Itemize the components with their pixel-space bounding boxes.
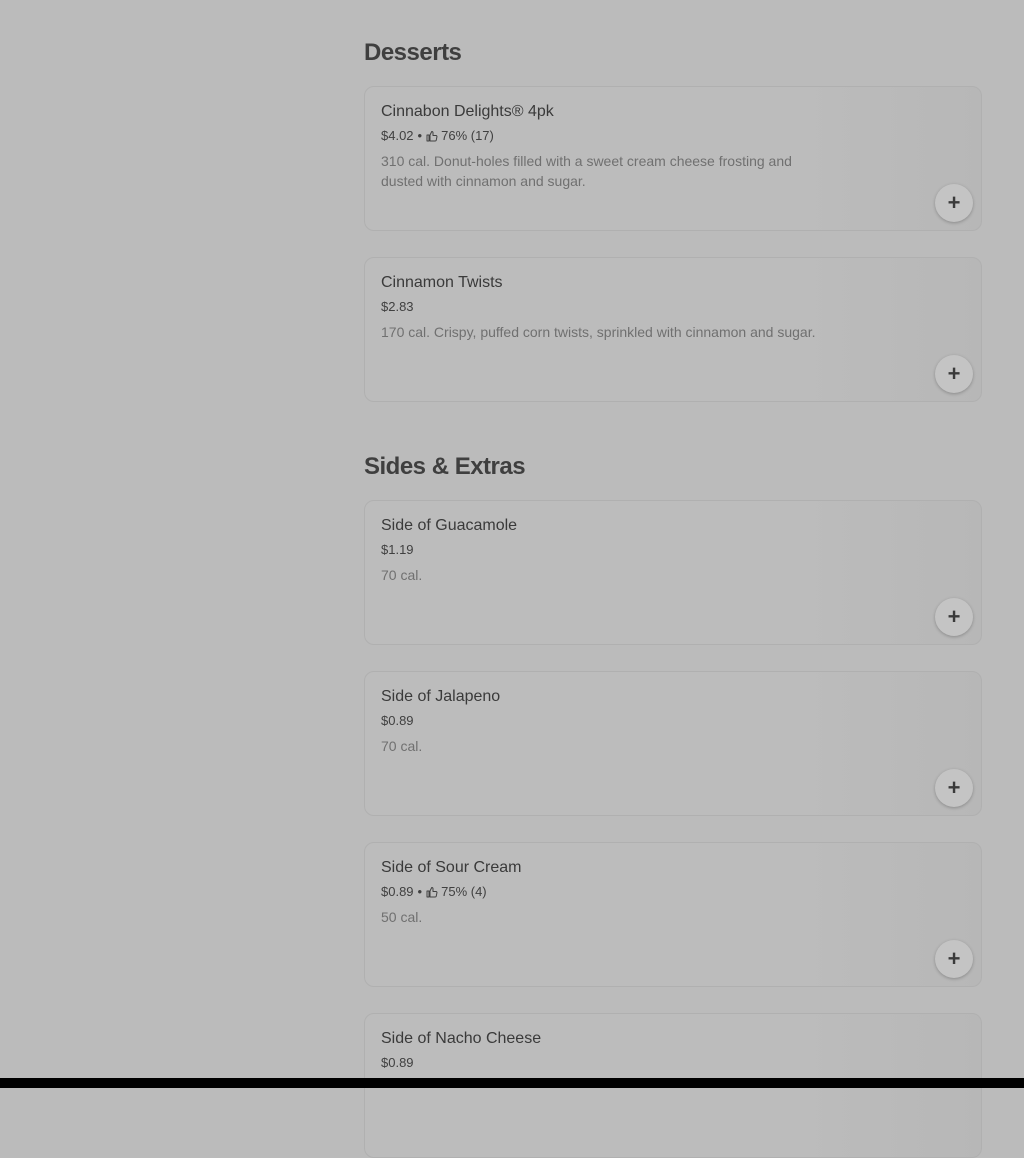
item-meta: $4.02 • 76% (17) <box>381 128 494 144</box>
item-name: Side of Sour Cream <box>381 859 522 876</box>
item-name: Side of Nacho Cheese <box>381 1030 542 1047</box>
item-price: $0.89 <box>381 713 414 728</box>
thumbs-up-icon <box>426 131 438 142</box>
plus-icon: + <box>947 775 961 800</box>
plus-icon: + <box>947 604 961 629</box>
menu-item-card[interactable]: Side of Jalapeno $0.89 70 cal. + <box>364 671 982 816</box>
item-meta: $0.89 <box>381 713 414 729</box>
add-to-cart-button[interactable]: + <box>935 598 973 636</box>
item-meta: $0.89 • 75% (4) <box>381 884 487 900</box>
item-description: 310 cal. Donut-holes filled with a sweet… <box>381 153 792 189</box>
separator: • <box>417 884 423 899</box>
item-name: Side of Guacamole <box>381 517 518 534</box>
item-rating: 76% (17) <box>441 128 494 143</box>
add-to-cart-button[interactable]: + <box>935 355 973 393</box>
thumbs-up-icon <box>426 887 438 898</box>
plus-icon: + <box>947 946 961 971</box>
menu-item-card[interactable]: Side of Sour Cream $0.89 • 75% (4) 50 ca… <box>364 842 982 987</box>
section-title-desserts: Desserts <box>364 39 462 66</box>
item-description: 70 cal. <box>381 738 423 754</box>
item-meta: $1.19 <box>381 542 414 558</box>
item-rating: 75% (4) <box>441 884 487 899</box>
menu-item-card[interactable]: Cinnamon Twists $2.83 170 cal. Crispy, p… <box>364 257 982 402</box>
item-price: $1.19 <box>381 542 414 557</box>
bottom-bar <box>0 1078 1024 1088</box>
item-price: $0.89 <box>381 1055 414 1070</box>
menu-item-card[interactable]: Side of Guacamole $1.19 70 cal. + <box>364 500 982 645</box>
item-name: Cinnamon Twists <box>381 274 503 291</box>
item-description: 50 cal. <box>381 909 423 925</box>
item-price: $4.02 <box>381 128 414 143</box>
item-price: $0.89 <box>381 884 414 899</box>
plus-icon: + <box>947 190 961 215</box>
section-title-sides-extras: Sides & Extras <box>364 453 526 480</box>
item-price: $2.83 <box>381 299 414 314</box>
plus-icon: + <box>947 361 961 386</box>
item-meta: $2.83 <box>381 299 414 315</box>
add-to-cart-button[interactable]: + <box>935 184 973 222</box>
item-description: 170 cal. Crispy, puffed corn twists, spr… <box>381 324 816 340</box>
add-to-cart-button[interactable]: + <box>935 769 973 807</box>
separator: • <box>417 128 423 143</box>
add-to-cart-button[interactable]: + <box>935 940 973 978</box>
item-meta: $0.89 <box>381 1055 414 1071</box>
item-name: Side of Jalapeno <box>381 688 501 705</box>
menu-item-card[interactable]: Cinnabon Delights® 4pk $4.02 • 76% (17) … <box>364 86 982 231</box>
item-name: Cinnabon Delights® 4pk <box>381 103 554 120</box>
item-description: 70 cal. <box>381 567 423 583</box>
